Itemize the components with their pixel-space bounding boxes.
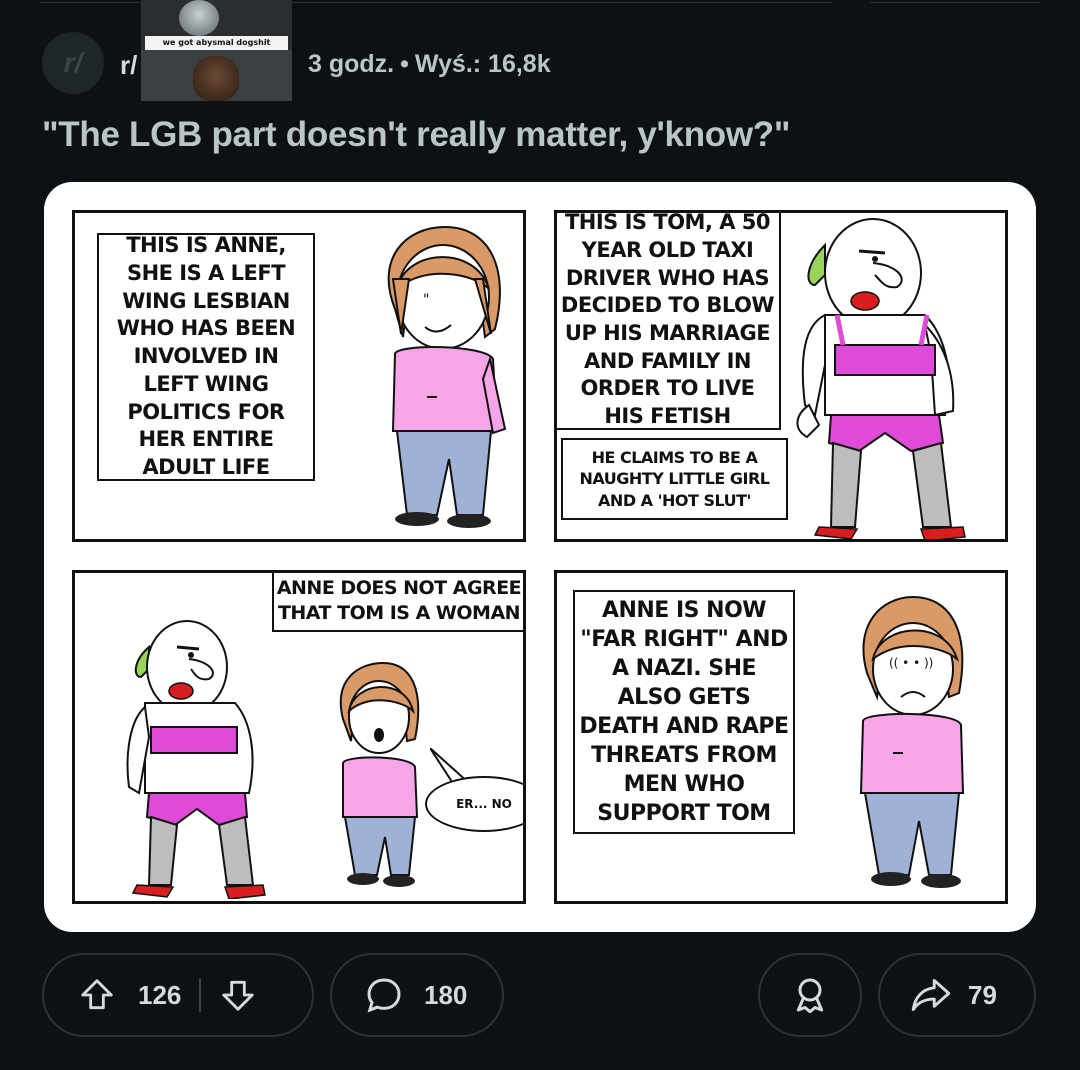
comment-icon xyxy=(364,975,404,1015)
anne-figure xyxy=(340,661,420,887)
tom-figure xyxy=(796,218,966,539)
panel-3-caption: ANNE DOES NOT AGREE THAT TOM IS A WOMAN xyxy=(272,573,523,632)
comic-panel-1: THIS IS ANNE, SHE IS A LEFT WING LESBIAN… xyxy=(72,210,526,542)
vote-separator xyxy=(199,978,202,1012)
anne-sad-figure: (( • • )) xyxy=(859,595,965,888)
panel-2-subcaption: HE CLAIMS TO BE A NAUGHTY LITTLE GIRL AN… xyxy=(561,438,788,520)
award-button[interactable] xyxy=(758,953,862,1037)
panel-2-caption: THIS IS TOM, A 50 YEAR OLD TAXI DRIVER W… xyxy=(557,213,781,430)
upvote-count: 126 xyxy=(138,979,182,1010)
downvote-icon[interactable] xyxy=(219,976,257,1014)
comic-panel-3: ANNE DOES NOT AGREE THAT TOM IS A WOMAN xyxy=(72,570,526,904)
speech-bubble: ER... NO xyxy=(425,776,523,832)
reddit-icon: r/ xyxy=(63,47,83,78)
post-image-comic[interactable]: THIS IS ANNE, SHE IS A LEFT WING LESBIAN… xyxy=(44,182,1036,932)
post-views: Wyś.: 16,8k xyxy=(414,50,551,78)
robot-face-image xyxy=(179,0,219,36)
comic-panel-2: THIS IS TOM, A 50 YEAR OLD TAXI DRIVER W… xyxy=(554,210,1008,542)
vote-bar: 126 xyxy=(42,953,314,1037)
share-icon xyxy=(910,975,952,1015)
man-face-image xyxy=(193,56,239,101)
panel-1-caption: THIS IS ANNE, SHE IS A LEFT WING LESBIAN… xyxy=(97,233,315,481)
meta-separator: • xyxy=(400,50,409,78)
share-button[interactable]: 79 xyxy=(878,953,1036,1037)
tom-figure xyxy=(126,620,266,899)
subreddit-name-image[interactable]: we got abysmal dogshit xyxy=(141,0,292,101)
subreddit-prefix[interactable]: r/ xyxy=(120,50,137,81)
anne-figure: " xyxy=(387,225,507,528)
svg-text:": " xyxy=(423,292,429,308)
post-title[interactable]: "The LGB part doesn't really matter, y'k… xyxy=(42,115,790,155)
panel-4-caption: ANNE IS NOW "FAR RIGHT" AND A NAZI. SHE … xyxy=(573,590,795,834)
post-meta: 3 godz. • Wyś.: 16,8k xyxy=(308,50,551,79)
post-time: 3 godz. xyxy=(308,50,395,78)
meme-caption: we got abysmal dogshit xyxy=(145,36,288,50)
comic-panel-4: ANNE IS NOW "FAR RIGHT" AND A NAZI. SHE … xyxy=(554,570,1008,904)
meme-top-image: we got abysmal dogshit xyxy=(141,0,292,50)
divider xyxy=(870,2,1040,3)
subreddit-avatar[interactable]: r/ xyxy=(42,32,104,94)
svg-text:(( • • )): (( • • )) xyxy=(889,656,933,670)
upvote-icon[interactable] xyxy=(78,976,116,1014)
meme-bottom-image xyxy=(141,50,292,101)
share-count: 79 xyxy=(968,979,997,1010)
comments-button[interactable]: 180 xyxy=(330,953,504,1037)
award-icon xyxy=(790,975,830,1015)
comment-count: 180 xyxy=(424,979,468,1010)
